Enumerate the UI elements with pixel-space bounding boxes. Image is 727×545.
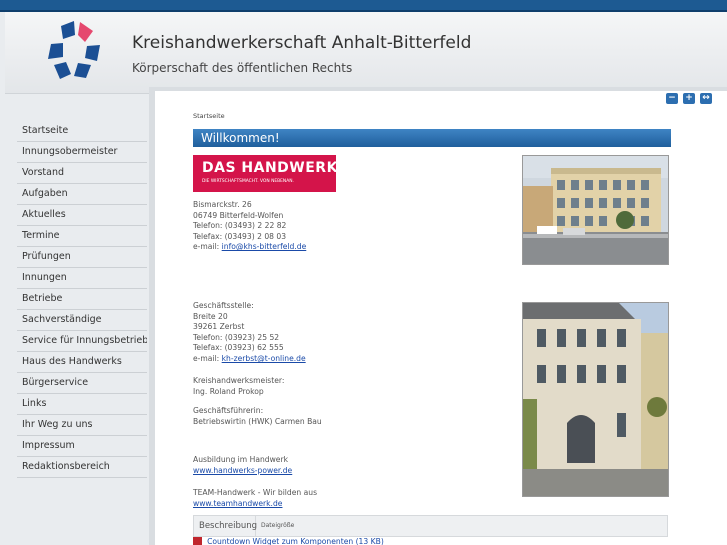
office2-email-prefix: e-mail: [193, 353, 222, 363]
site-subtitle: Körperschaft des öffentlichen Rechts [132, 61, 353, 75]
breadcrumb[interactable]: Startseite [193, 112, 225, 120]
main-nav: Startseite Innungsobermeister Vorstand A… [17, 121, 147, 478]
nav-item-innungen[interactable]: Innungen [17, 268, 147, 289]
manager-label: Geschäftsführerin: [193, 406, 264, 415]
nav-item-links[interactable]: Links [17, 394, 147, 415]
nav-item-startseite[interactable]: Startseite [17, 121, 147, 142]
nav-item-ihr-weg-zu-uns[interactable]: Ihr Weg zu uns [17, 415, 147, 436]
font-smaller-button[interactable]: − [666, 93, 678, 104]
nav-item-impressum[interactable]: Impressum [17, 436, 147, 457]
office2-phone: Telefon: (03923) 25 52 [193, 332, 280, 342]
download-row[interactable]: Countdown Widget zum Komponenten (13 KB) [193, 537, 668, 545]
office2-label: Geschäftsstelle: [193, 301, 254, 310]
col-description[interactable]: Beschreibung [194, 516, 257, 536]
office1-email-line: e-mail: info@khs-bitterfeld.de [193, 242, 306, 253]
site-logo[interactable] [41, 21, 107, 81]
office1-address: Bismarckstr. 26 06749 Bitterfeld-Wolfen … [193, 200, 306, 253]
das-handwerk-logo[interactable]: DAS HANDWERK DIE WIRTSCHAFTSMACHT. VON N… [193, 155, 338, 192]
nav-item-redaktionsbereich[interactable]: Redaktionsbereich [17, 457, 147, 478]
office1-city: 06749 Bitterfeld-Wolfen [193, 210, 284, 220]
office2-address: Geschäftsstelle: Breite 20 39261 Zerbst … [193, 301, 306, 365]
nav-item-betriebe[interactable]: Betriebe [17, 289, 147, 310]
office2-email-link[interactable]: kh-zerbst@t-online.de [222, 354, 306, 363]
site-title: Kreishandwerkerschaft Anhalt-Bitterfeld [132, 33, 472, 53]
office2-street: Breite 20 [193, 311, 228, 321]
office2-city: 39261 Zerbst [193, 322, 245, 332]
nav-item-buergerservice[interactable]: Bürgerservice [17, 373, 147, 394]
nav-item-vorstand[interactable]: Vorstand [17, 163, 147, 184]
master-info: Kreishandwerksmeister: Ing. Roland Proko… [193, 376, 284, 397]
download-table-header: Beschreibung Dateigröße [193, 515, 668, 537]
team-link[interactable]: www.teamhandwerk.de [193, 499, 282, 508]
fullwidth-button[interactable]: ↔ [700, 93, 712, 104]
pdf-file-icon [193, 537, 202, 545]
office1-phone: Telefon: (03493) 2 22 82 [193, 221, 287, 231]
office2-fax: Telefax: (03923) 62 555 [193, 343, 284, 353]
nav-item-sachverstaendige[interactable]: Sachverständige [17, 310, 147, 331]
manager-name: Betriebswirtin (HWK) Carmen Bau [193, 416, 322, 426]
office1-fax: Telefax: (03493) 2 08 03 [193, 231, 287, 241]
col-file-size[interactable]: Dateigröße [256, 516, 294, 536]
training-link[interactable]: www.handwerks-power.de [193, 466, 292, 475]
hw-logo-wordmark: DAS HANDWERK [202, 160, 338, 176]
building-photo-bitterfeld [522, 155, 669, 265]
master-label: Kreishandwerksmeister: [193, 376, 285, 385]
nav-item-aufgaben[interactable]: Aufgaben [17, 184, 147, 205]
download-link[interactable]: Countdown Widget zum Komponenten (13 KB) [207, 537, 384, 545]
nav-item-aktuelles[interactable]: Aktuelles [17, 205, 147, 226]
team-info: TEAM-Handwerk - Wir bilden aus www.teamh… [193, 488, 317, 509]
hw-logo-slogan: DIE WIRTSCHAFTSMACHT. VON NEBENAN. [202, 179, 294, 184]
nav-item-pruefungen[interactable]: Prüfungen [17, 247, 147, 268]
top-accent-bar [0, 0, 727, 12]
training-info: Ausbildung im Handwerk www.handwerks-pow… [193, 455, 292, 476]
office1-email-prefix: e-mail: [193, 242, 222, 252]
building-photo-zerbst [522, 302, 669, 497]
font-size-controls: − + ↔ [666, 93, 712, 104]
training-label: Ausbildung im Handwerk [193, 455, 289, 464]
nav-item-haus-des-handwerks[interactable]: Haus des Handwerks [17, 352, 147, 373]
sidebar: Startseite Innungsobermeister Vorstand A… [5, 96, 150, 545]
master-name: Ing. Roland Prokop [193, 386, 264, 396]
nav-item-innungsobermeister[interactable]: Innungsobermeister [17, 142, 147, 163]
nav-item-service[interactable]: Service für Innungsbetriebe [17, 331, 147, 352]
office2-email-line: e-mail: kh-zerbst@t-online.de [193, 354, 306, 365]
main-content: − + ↔ Startseite Willkommen! DAS HANDWER… [155, 91, 727, 545]
font-larger-button[interactable]: + [683, 93, 695, 104]
nav-item-termine[interactable]: Termine [17, 226, 147, 247]
office1-street: Bismarckstr. 26 [193, 200, 252, 209]
team-label: TEAM-Handwerk - Wir bilden aus [193, 488, 318, 497]
manager-info: Geschäftsführerin: Betriebswirtin (HWK) … [193, 406, 322, 427]
site-header: Kreishandwerkerschaft Anhalt-Bitterfeld … [5, 12, 727, 94]
office1-email-link[interactable]: info@khs-bitterfeld.de [222, 242, 307, 251]
page-title: Willkommen! [193, 129, 671, 147]
